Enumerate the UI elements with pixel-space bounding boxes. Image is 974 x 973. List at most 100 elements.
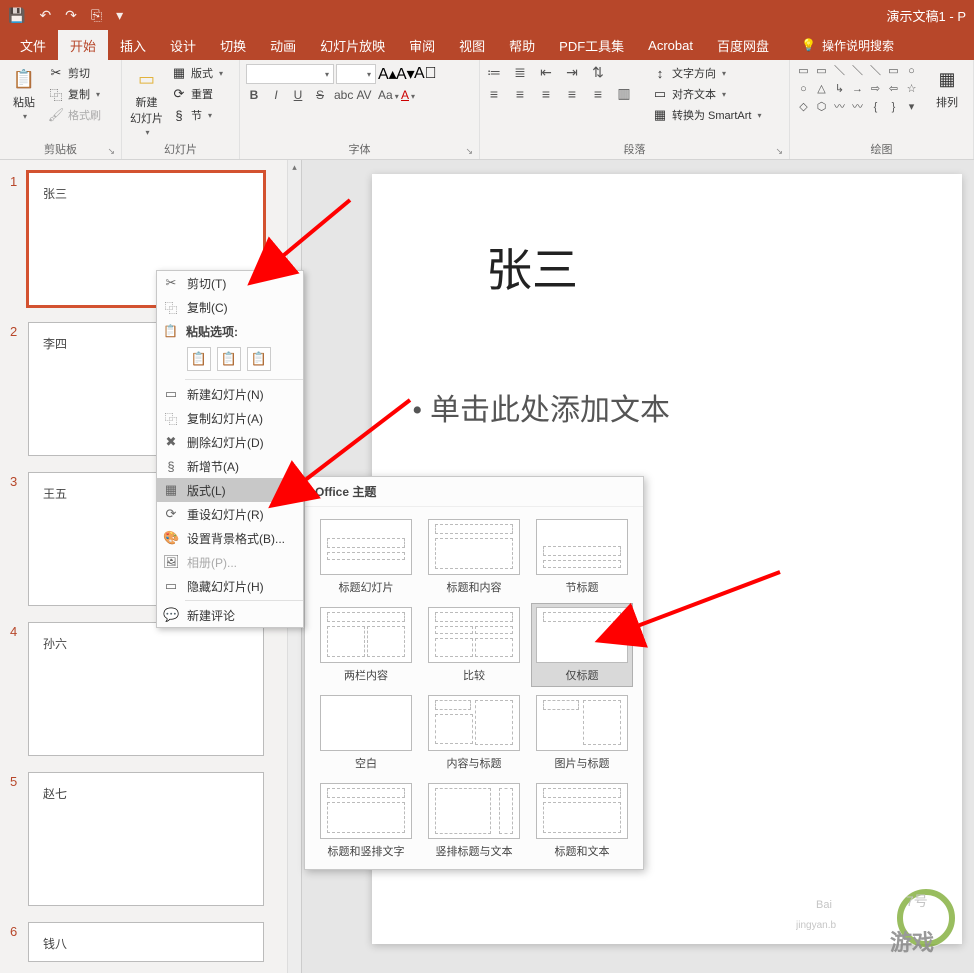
- increase-indent-icon[interactable]: ⇥: [564, 64, 580, 81]
- decrease-font-icon[interactable]: A▾: [396, 64, 412, 84]
- layout-button[interactable]: ▦版式▾: [169, 64, 225, 82]
- svg-text:jingyan.b: jingyan.b: [796, 920, 836, 931]
- tab-animations[interactable]: 动画: [258, 30, 308, 60]
- layout-picture-with-caption[interactable]: 图片与标题: [531, 691, 633, 775]
- slide-body-placeholder[interactable]: • 单击此处添加文本: [372, 366, 962, 429]
- paste-keep-source-formatting[interactable]: 📋: [217, 347, 241, 371]
- ctx-hide-slide[interactable]: ▭隐藏幻灯片(H): [157, 574, 303, 598]
- bullets-icon[interactable]: ≔: [486, 64, 502, 81]
- ctx-duplicate-slide[interactable]: ⿻复制幻灯片(A): [157, 406, 303, 430]
- strikethrough-button[interactable]: S: [312, 88, 328, 102]
- ctx-format-background[interactable]: 🎨设置背景格式(B)...: [157, 526, 303, 550]
- tab-transitions[interactable]: 切换: [208, 30, 258, 60]
- cut-button[interactable]: ✂剪切: [46, 64, 103, 82]
- shapes-gallery[interactable]: ▭▭＼＼＼▭○ ○△↳→⇨⇦☆ ◇⬡〰〰{}▾: [796, 64, 919, 115]
- char-spacing-button[interactable]: AV: [356, 88, 372, 102]
- text-direction-button[interactable]: ↕文字方向▾: [650, 64, 763, 82]
- align-left-icon[interactable]: ≡: [486, 86, 502, 102]
- ctx-copy[interactable]: ⿻复制(C): [157, 295, 303, 319]
- thumbnail-6[interactable]: 钱八: [28, 922, 264, 962]
- tell-me-search[interactable]: 💡 操作说明搜索: [801, 30, 894, 60]
- paste-button[interactable]: 📋 粘贴 ▾: [6, 64, 42, 123]
- change-case-button[interactable]: Aa▾: [378, 88, 394, 102]
- clipboard-dialog-launcher[interactable]: ↘: [107, 146, 115, 157]
- ctx-layout[interactable]: ▦版式(L)▶: [157, 478, 303, 502]
- bold-button[interactable]: B: [246, 88, 262, 102]
- thumb-text: 王五: [43, 487, 67, 501]
- layout-blank[interactable]: 空白: [315, 691, 417, 775]
- layout-vertical-title-and-text[interactable]: 竖排标题与文本: [423, 779, 525, 863]
- paste-label: 粘贴: [13, 94, 35, 110]
- layout-title-and-text[interactable]: 标题和文本: [531, 779, 633, 863]
- thumb-text: 张三: [43, 187, 67, 201]
- distribute-icon[interactable]: ≡: [590, 86, 606, 102]
- tab-help[interactable]: 帮助: [497, 30, 547, 60]
- copy-button[interactable]: ⿻复制▾: [46, 85, 103, 103]
- format-painter-button[interactable]: 🖌格式刷: [46, 106, 103, 124]
- qat-more-icon[interactable]: ▾: [116, 7, 123, 24]
- tab-design[interactable]: 设计: [158, 30, 208, 60]
- align-text-button[interactable]: ▭对齐文本▾: [650, 85, 763, 103]
- ctx-new-comment[interactable]: 💬新建评论: [157, 603, 303, 627]
- group-slides: ▭ 新建 幻灯片 ▾ ▦版式▾ ⟳重置 §节▾ 幻灯片: [122, 60, 240, 159]
- thumbnail-4[interactable]: 孙六: [28, 622, 264, 756]
- arrange-button[interactable]: ▦ 排列: [929, 64, 965, 112]
- ctx-new-section[interactable]: §新增节(A): [157, 454, 303, 478]
- layout-label: 空白: [355, 755, 377, 771]
- layout-two-content[interactable]: 两栏内容: [315, 603, 417, 687]
- tab-baidu-netdisk[interactable]: 百度网盘: [705, 30, 781, 60]
- columns-icon[interactable]: ▥: [616, 85, 632, 102]
- svg-text:Bai: Bai: [816, 899, 832, 911]
- layout-title-and-content[interactable]: 标题和内容: [423, 515, 525, 599]
- line-spacing-icon[interactable]: ⇅: [590, 64, 606, 81]
- tab-file[interactable]: 文件: [8, 30, 58, 60]
- new-slide-button[interactable]: ▭ 新建 幻灯片 ▾: [128, 64, 165, 139]
- font-dialog-launcher[interactable]: ↘: [465, 146, 473, 157]
- tab-home[interactable]: 开始: [58, 30, 108, 60]
- increase-font-icon[interactable]: A▴: [378, 64, 394, 84]
- thumbnail-5[interactable]: 赵七: [28, 772, 264, 906]
- numbering-icon[interactable]: ≣: [512, 64, 528, 81]
- tab-view[interactable]: 视图: [447, 30, 497, 60]
- justify-icon[interactable]: ≡: [564, 86, 580, 102]
- slide-title-placeholder[interactable]: 张三: [372, 234, 962, 300]
- layout-comparison[interactable]: 比较: [423, 603, 525, 687]
- save-icon[interactable]: 💾: [8, 7, 25, 24]
- copy-icon: ⿻: [163, 298, 179, 317]
- font-name-combo[interactable]: ▾: [246, 64, 334, 84]
- layout-title-only[interactable]: 仅标题: [531, 603, 633, 687]
- reset-button[interactable]: ⟳重置: [169, 85, 225, 103]
- layout-title-vertical-text[interactable]: 标题和竖排文字: [315, 779, 417, 863]
- clear-format-icon[interactable]: A⃠: [414, 65, 430, 83]
- section-button[interactable]: §节▾: [169, 106, 225, 124]
- tab-review[interactable]: 审阅: [397, 30, 447, 60]
- tab-acrobat[interactable]: Acrobat: [636, 30, 705, 60]
- font-color-button[interactable]: A▾: [400, 88, 416, 102]
- paste-picture[interactable]: 📋: [247, 347, 271, 371]
- align-right-icon[interactable]: ≡: [538, 86, 554, 102]
- ctx-delete-slide[interactable]: ✖删除幻灯片(D): [157, 430, 303, 454]
- redo-icon[interactable]: ↷: [65, 7, 77, 24]
- paragraph-dialog-launcher[interactable]: ↘: [775, 146, 783, 157]
- decrease-indent-icon[interactable]: ⇤: [538, 64, 554, 81]
- italic-button[interactable]: I: [268, 88, 284, 102]
- start-from-beginning-icon[interactable]: ⎘: [91, 7, 102, 24]
- tab-insert[interactable]: 插入: [108, 30, 158, 60]
- layout-content-with-caption[interactable]: 内容与标题: [423, 691, 525, 775]
- undo-icon[interactable]: ↶: [39, 7, 51, 24]
- ctx-layout-label: 版式(L): [187, 482, 226, 499]
- font-size-combo[interactable]: ▾: [336, 64, 376, 84]
- layout-section-header[interactable]: 节标题: [531, 515, 633, 599]
- paste-use-destination-theme[interactable]: 📋: [187, 347, 211, 371]
- align-center-icon[interactable]: ≡: [512, 86, 528, 102]
- ctx-reset-slide[interactable]: ⟳重设幻灯片(R): [157, 502, 303, 526]
- shadow-button[interactable]: abc: [334, 88, 350, 102]
- scroll-up-icon[interactable]: ▴: [288, 160, 301, 174]
- convert-smartart-button[interactable]: ▦转换为 SmartArt▾: [650, 106, 763, 124]
- ctx-cut[interactable]: ✂剪切(T): [157, 271, 303, 295]
- tab-slideshow[interactable]: 幻灯片放映: [308, 30, 397, 60]
- tab-pdf-tools[interactable]: PDF工具集: [547, 30, 636, 60]
- layout-title-slide[interactable]: 标题幻灯片: [315, 515, 417, 599]
- ctx-new-slide[interactable]: ▭新建幻灯片(N): [157, 382, 303, 406]
- underline-button[interactable]: U: [290, 88, 306, 102]
